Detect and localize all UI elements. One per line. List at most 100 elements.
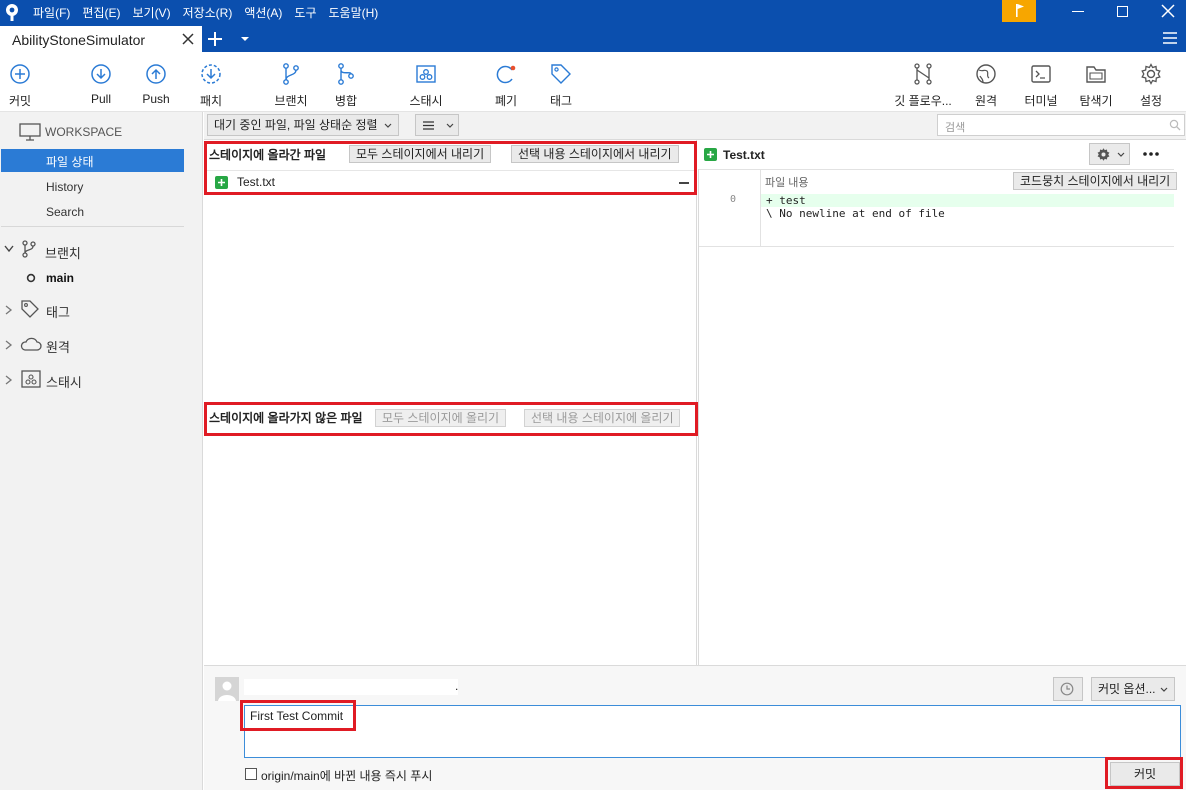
chevron-right-icon[interactable]	[5, 340, 13, 350]
menu-file[interactable]: 파일(F)	[33, 4, 70, 21]
sidebar-section-branches[interactable]: 브랜치	[45, 243, 81, 262]
fetch-button[interactable]: 패치	[181, 62, 241, 109]
branch-button[interactable]: 브랜치	[261, 62, 321, 109]
sidebar-section-tags[interactable]: 태그	[46, 302, 70, 321]
sort-dropdown[interactable]: 대기 중인 파일, 파일 상태순 정렬	[207, 114, 399, 136]
sidebar-item-file-status[interactable]: 파일 상태	[1, 149, 184, 172]
pull-icon	[91, 64, 111, 84]
sidebar: WORKSPACE 파일 상태 History Search 브랜치 main …	[0, 112, 203, 790]
tab-dropdown-icon[interactable]	[240, 36, 250, 42]
diff-settings-dropdown[interactable]	[1089, 143, 1130, 165]
diff-file-name: Test.txt	[723, 148, 765, 162]
chevron-down-icon[interactable]	[4, 245, 14, 253]
tab-title: AbilityStoneSimulator	[12, 32, 146, 48]
commit-button[interactable]: 커밋	[0, 62, 50, 109]
settings-label: 설정	[1139, 94, 1163, 108]
list-view-icon	[423, 121, 434, 130]
commit-submit-button[interactable]: 커밋	[1110, 762, 1180, 786]
minimize-icon[interactable]	[1072, 11, 1084, 12]
pull-button[interactable]: Pull	[71, 62, 131, 106]
author-suffix: .	[455, 679, 459, 693]
view-mode-dropdown[interactable]	[415, 114, 459, 136]
terminal-icon	[1031, 65, 1051, 83]
stash-icon	[416, 65, 436, 83]
explorer-button[interactable]: 탐색기	[1066, 62, 1126, 109]
tab-repository[interactable]: AbilityStoneSimulator	[0, 26, 202, 52]
remote-button[interactable]: 원격	[956, 62, 1016, 109]
sidebar-section-remotes[interactable]: 원격	[46, 337, 70, 356]
workspace-header: WORKSPACE	[45, 125, 123, 139]
unstage-all-button[interactable]: 모두 스테이지에서 내리기	[349, 145, 492, 163]
git-flow-button[interactable]: 깃 플로우...	[887, 62, 959, 109]
current-branch-icon	[26, 273, 36, 283]
stash-button[interactable]: 스태시	[396, 62, 456, 109]
discard-label: 폐기	[494, 94, 518, 108]
new-tab-icon[interactable]	[207, 31, 223, 47]
sidebar-divider	[1, 226, 184, 227]
line-number: 0	[730, 194, 737, 205]
merge-label: 병합	[334, 94, 358, 108]
search-placeholder: 검색	[945, 122, 966, 134]
discard-button[interactable]: 폐기	[476, 62, 536, 109]
sidebar-section-stashes[interactable]: 스태시	[46, 372, 82, 391]
avatar	[215, 677, 239, 701]
branch-label: 브랜치	[274, 94, 308, 108]
push-button[interactable]: Push	[126, 62, 186, 106]
search-input[interactable]: 검색	[937, 114, 1185, 136]
gutter-divider	[760, 170, 761, 247]
maximize-icon[interactable]	[1117, 6, 1128, 17]
unstaged-title: 스테이지에 올라가지 않은 파일	[209, 411, 363, 425]
hamburger-menu-icon[interactable]	[1163, 32, 1177, 44]
menu-view[interactable]: 보기(V)	[132, 4, 170, 21]
close-window-icon[interactable]	[1160, 3, 1176, 19]
chevron-right-icon[interactable]	[5, 305, 13, 315]
commit-history-button[interactable]	[1053, 677, 1083, 701]
chevron-down-icon	[1160, 687, 1167, 692]
file-added-icon	[215, 176, 228, 189]
stage-selected-button[interactable]: 선택 내용 스테이지에 올리기	[524, 409, 681, 427]
menu-tools[interactable]: 도구	[294, 4, 316, 21]
push-immediately-label: origin/main에 바뀐 내용 즉시 푸시	[261, 769, 433, 783]
pull-label: Pull	[90, 92, 111, 106]
stage-all-button[interactable]: 모두 스테이지에 올리기	[375, 409, 507, 427]
author-name	[244, 679, 458, 695]
staged-file-row[interactable]: Test.txt	[206, 170, 696, 192]
branch-icon	[22, 240, 36, 258]
branch-main[interactable]: main	[46, 271, 74, 285]
terminal-label: 터미널	[1024, 94, 1058, 108]
monitor-icon	[19, 123, 41, 141]
unstage-file-icon[interactable]	[679, 182, 689, 184]
staged-file-name: Test.txt	[237, 175, 276, 189]
title-bar: 파일(F) 편집(E) 보기(V) 저장소(R) 액션(A) 도구 도움말(H)	[0, 0, 1186, 24]
unstage-hunk-button[interactable]: 코드뭉치 스테이지에서 내리기	[1013, 172, 1178, 190]
cloud-icon	[20, 337, 42, 351]
sidebar-item-history[interactable]: History	[46, 180, 83, 194]
unstage-selected-button[interactable]: 선택 내용 스테이지에서 내리기	[511, 145, 679, 163]
clock-icon	[1060, 682, 1074, 696]
commit-message-input[interactable]: First Test Commit	[244, 705, 1181, 758]
stash-label: 스태시	[409, 94, 443, 108]
sidebar-item-search[interactable]: Search	[46, 205, 84, 219]
settings-button[interactable]: 설정	[1121, 62, 1181, 109]
menu-help[interactable]: 도움말(H)	[329, 4, 379, 21]
terminal-button[interactable]: 터미널	[1011, 62, 1071, 109]
merge-button[interactable]: 병합	[316, 62, 376, 109]
diff-pane: Test.txt 파일 내용 코드뭉치 스테이지에서 내리기 + test 0 …	[698, 140, 1186, 665]
chevron-right-icon[interactable]	[5, 375, 13, 385]
file-panes: 스테이지에 올라간 파일 모두 스테이지에서 내리기 선택 내용 스테이지에서 …	[204, 140, 714, 665]
tag-button[interactable]: 태그	[531, 62, 591, 109]
close-tab-icon[interactable]	[182, 33, 194, 45]
menu-repository[interactable]: 저장소(R)	[183, 4, 233, 21]
more-options-icon[interactable]	[1142, 152, 1160, 156]
notification-flag-icon[interactable]	[1002, 0, 1036, 22]
git-flow-icon	[914, 63, 932, 85]
pane-divider	[698, 169, 699, 665]
file-status-label: 파일 상태	[46, 155, 94, 169]
menu-edit[interactable]: 편집(E)	[82, 4, 120, 21]
commit-options-dropdown[interactable]: 커밋 옵션...	[1091, 677, 1175, 701]
menu-actions[interactable]: 액션(A)	[244, 4, 282, 21]
diff-line-no-newline: \ No newline at end of file	[766, 207, 945, 220]
push-immediately-checkbox[interactable]	[245, 768, 257, 780]
tag-label: 태그	[549, 94, 573, 108]
menu-bar: 파일(F) 편집(E) 보기(V) 저장소(R) 액션(A) 도구 도움말(H)	[33, 0, 390, 24]
